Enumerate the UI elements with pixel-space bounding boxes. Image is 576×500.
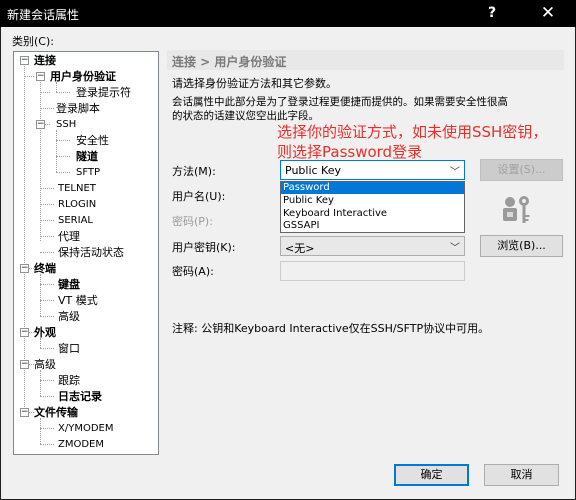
method-label: 方法(M): bbox=[172, 165, 216, 178]
tree-expander-appearance[interactable]: − bbox=[20, 328, 29, 337]
tree-item-sftp[interactable]: SFTP bbox=[76, 165, 100, 181]
panel-header: 连接 > 用户身份验证 bbox=[167, 50, 564, 70]
tree-item-appearance[interactable]: 外观 bbox=[34, 325, 56, 341]
tree-item-file-transfer[interactable]: 文件传输 bbox=[34, 405, 78, 421]
method-option-public-key[interactable]: Public Key bbox=[281, 195, 464, 207]
browse-button[interactable]: 浏览(B)... bbox=[480, 235, 563, 257]
category-tree[interactable]: − − − − − − − 连接 用户身份验证 登录提示符 登录脚本 SSH 安… bbox=[13, 51, 159, 455]
tree-item-rlogin[interactable]: RLOGIN bbox=[58, 197, 96, 213]
tree-expander-auth[interactable]: − bbox=[36, 72, 45, 81]
red-annotation: 选择你的验证方式，如未使用SSH密钥， 则选择Password登录 bbox=[277, 122, 557, 162]
annotation-line-1: 选择你的验证方式，如未使用SSH密钥， bbox=[277, 123, 548, 141]
tree-item-security[interactable]: 安全性 bbox=[76, 133, 109, 149]
description-line-2: 会话属性中此部分是为了登录过程更便捷而提供的。如果需要安全性很高 bbox=[172, 96, 508, 108]
tree-item-terminal[interactable]: 终端 bbox=[34, 261, 56, 277]
chevron-down-icon: ﹀ bbox=[450, 243, 460, 254]
breadcrumb: 连接 > 用户身份验证 bbox=[172, 55, 287, 69]
tree-item-tunneling[interactable]: 隧道 bbox=[76, 149, 98, 165]
method-selected-value: Public Key bbox=[285, 164, 341, 177]
chevron-down-icon: ﹀ bbox=[450, 167, 460, 178]
tree-item-xymodem[interactable]: X/YMODEM bbox=[58, 421, 113, 437]
tree-item-advanced[interactable]: 高级 bbox=[34, 357, 56, 373]
tree-item-login-scripts[interactable]: 登录脚本 bbox=[56, 101, 100, 117]
method-option-password[interactable]: Password bbox=[281, 182, 464, 194]
note-text: 注释: 公钥和Keyboard Interactive仅在SSH/SFTP协议中… bbox=[172, 322, 490, 335]
help-button[interactable]: ? bbox=[474, 0, 510, 27]
tree-expander-terminal[interactable]: − bbox=[20, 264, 29, 273]
tree-item-telnet[interactable]: TELNET bbox=[58, 181, 96, 197]
title-bar: 新建会话属性 ? ✕ bbox=[0, 0, 576, 27]
ok-button[interactable]: 确定 bbox=[394, 464, 469, 486]
tree-item-keyboard[interactable]: 键盘 bbox=[58, 277, 80, 293]
tree-item-connection[interactable]: 连接 bbox=[34, 53, 56, 69]
description-line-1: 请选择身份验证方法和其它参数。 bbox=[172, 77, 337, 90]
tree-item-trace[interactable]: 跟踪 bbox=[58, 373, 80, 389]
tree-item-logging[interactable]: 日志记录 bbox=[58, 389, 102, 405]
tree-item-proxy[interactable]: 代理 bbox=[58, 229, 80, 245]
cancel-button[interactable]: 取消 bbox=[484, 464, 559, 486]
tree-item-user-auth[interactable]: 用户身份验证 bbox=[50, 69, 116, 85]
tree-item-ssh[interactable]: SSH bbox=[56, 117, 76, 133]
window-title: 新建会话属性 bbox=[7, 8, 80, 22]
tree-item-vt-modes[interactable]: VT 模式 bbox=[58, 293, 98, 309]
tree-item-zmodem[interactable]: ZMODEM bbox=[58, 437, 104, 453]
password-label: 密码(P): bbox=[172, 215, 213, 228]
method-option-keyboard-interactive[interactable]: Keyboard Interactive bbox=[281, 208, 464, 220]
tree-expander-ssh[interactable]: − bbox=[36, 120, 45, 129]
method-option-gssapi[interactable]: GSSAPI bbox=[281, 220, 464, 232]
passphrase-label: 密码(A): bbox=[172, 265, 214, 278]
user-key-label: 用户密钥(K): bbox=[172, 241, 236, 254]
method-select[interactable]: Public Key ﹀ bbox=[280, 160, 465, 180]
tree-item-login-prompts[interactable]: 登录提示符 bbox=[76, 85, 131, 101]
username-label: 用户名(U): bbox=[172, 190, 226, 203]
tree-item-terminal-advanced[interactable]: 高级 bbox=[58, 309, 80, 325]
tree-expander-connection[interactable]: − bbox=[20, 56, 29, 65]
passphrase-input[interactable] bbox=[280, 261, 465, 281]
description-line-3: 的状态的话建议您空出此字段。 bbox=[172, 110, 319, 122]
category-label: 类别(C): bbox=[12, 35, 54, 48]
close-button[interactable]: ✕ bbox=[530, 0, 566, 27]
tree-item-window[interactable]: 窗口 bbox=[58, 341, 80, 357]
tree-item-serial[interactable]: SERIAL bbox=[58, 213, 93, 229]
settings-button[interactable]: 设置(S)... bbox=[480, 159, 563, 181]
tree-expander-advanced[interactable]: − bbox=[20, 360, 29, 369]
keys-icon bbox=[503, 196, 530, 223]
method-dropdown-list[interactable]: Password Public Key Keyboard Interactive… bbox=[280, 181, 465, 233]
tree-item-keep-alive[interactable]: 保持活动状态 bbox=[58, 245, 124, 261]
tree-expander-file-transfer[interactable]: − bbox=[20, 408, 29, 417]
user-key-value: <无> bbox=[285, 242, 315, 255]
user-key-select[interactable]: <无> ﹀ bbox=[280, 236, 465, 256]
